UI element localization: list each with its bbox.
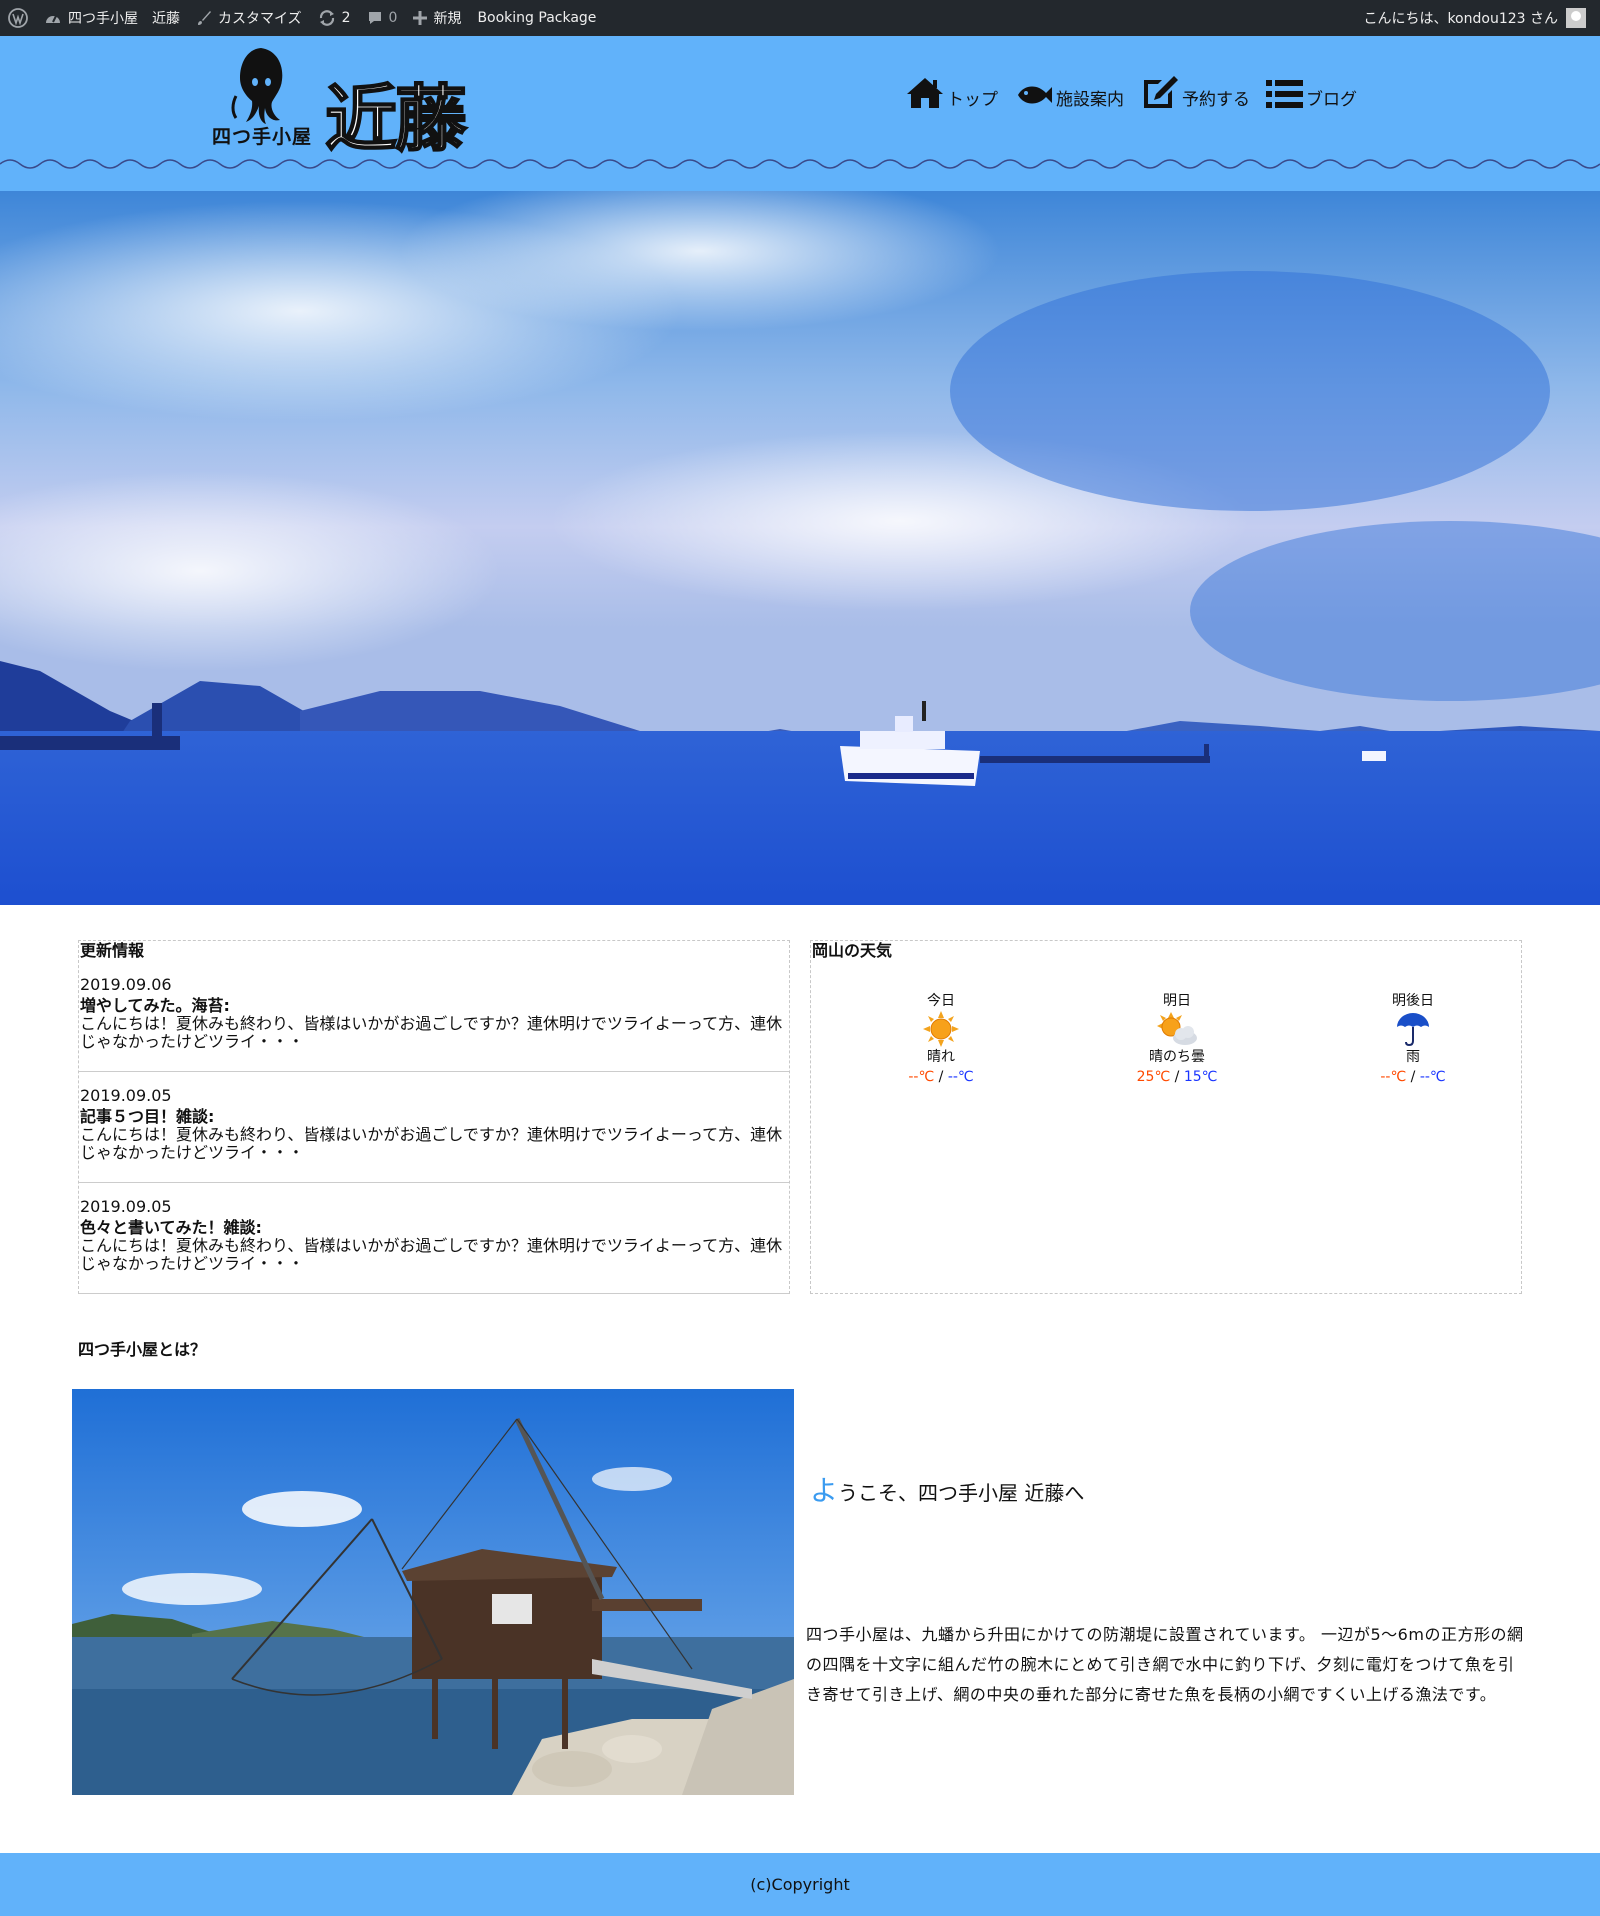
weather-temps: --℃ / --℃	[1353, 1067, 1473, 1087]
nav-top-label: トップ	[947, 90, 998, 110]
temp-separator: /	[1174, 1069, 1180, 1085]
updates-icon	[319, 10, 334, 26]
logo-title: 近藤	[324, 75, 468, 162]
wordpress-icon	[8, 8, 28, 28]
fishing-hut-photo	[72, 1389, 794, 1795]
comment-icon	[368, 12, 381, 24]
avatar	[1566, 8, 1586, 28]
news-excerpt: こんにちは！夏休みも終わり、皆様はいかがお過ごしですか？連休明けでツライよーって…	[80, 1236, 783, 1273]
customize-label: カスタマイズ	[218, 11, 302, 27]
nav-blog[interactable]: ブログ	[1266, 78, 1357, 110]
new-label: 新規	[433, 11, 462, 27]
list-icon	[1266, 80, 1303, 108]
new-content-link[interactable]: 新規	[405, 0, 469, 36]
temp-high: --℃	[908, 1069, 935, 1085]
hero-image	[0, 191, 1600, 905]
sun-cloud-icon	[1157, 1012, 1197, 1045]
updates-count: 2	[341, 10, 351, 26]
plus-icon	[413, 11, 428, 25]
weather-panel: 岡山の天気 今日 晴れ --℃ / --℃ 明日 晴のち曇 25℃ / 15℃ …	[810, 940, 1522, 1294]
about-heading: 四つ手小屋とは？	[78, 1340, 207, 1359]
fish-icon	[1018, 86, 1052, 104]
weather-panel-title: 岡山の天気	[812, 941, 893, 960]
copyright-text: (c)Copyright	[750, 1875, 850, 1894]
temp-low: 15℃	[1183, 1069, 1218, 1085]
nav-facility-label: 施設案内	[1056, 90, 1124, 110]
site-logo[interactable]: 四つ手小屋 近藤	[210, 46, 480, 162]
news-title[interactable]: 記事５つ目！雑談:	[80, 1108, 788, 1126]
weather-day-label: 明日	[1163, 993, 1191, 1009]
temp-separator: /	[1410, 1069, 1416, 1085]
weather-day-label: 今日	[927, 993, 955, 1009]
weather-tomorrow: 明日 晴のち曇 25℃ / 15℃	[1117, 991, 1237, 1087]
news-item[interactable]: 2019.09.05 色々と書いてみた！雑談: こんにちは！夏休みも終わり、皆様…	[79, 1183, 789, 1294]
welcome-heading: ようこそ、四つ手小屋 近藤へ	[810, 1469, 1084, 1509]
weather-day-after: 明後日 雨 --℃ / --℃	[1353, 991, 1473, 1087]
welcome-first-char: よ	[810, 1474, 839, 1507]
comments-count: 0	[388, 10, 398, 26]
nav-reserve[interactable]: 予約する	[1140, 74, 1250, 110]
about-description: 四つ手小屋は、九蟠から升田にかけての防潮堤に設置されています。 一辺が5〜6mの…	[806, 1625, 1524, 1704]
temp-low: --℃	[1419, 1069, 1446, 1085]
news-title[interactable]: 増やしてみた。海苔:	[80, 997, 788, 1015]
sun-icon	[923, 1011, 959, 1047]
site-name-link[interactable]: 四つ手小屋 近藤	[36, 0, 188, 36]
main-nav: トップ 施設案内 予約する ブログ	[905, 74, 1357, 110]
umbrella-icon	[1397, 1013, 1429, 1047]
dashboard-icon	[46, 15, 60, 23]
news-title[interactable]: 色々と書いてみた！雑談:	[80, 1219, 788, 1237]
nav-facility[interactable]: 施設案内	[1014, 80, 1124, 110]
booking-package-label: Booking Package	[477, 10, 597, 26]
nav-top[interactable]: トップ	[905, 76, 998, 110]
site-header: 四つ手小屋 近藤 トップ 施設案内 予約する ブログ	[0, 36, 1600, 191]
edit-icon	[1144, 76, 1178, 108]
nav-blog-label: ブログ	[1306, 90, 1357, 110]
welcome-text: うこそ、四つ手小屋 近藤へ	[838, 1481, 1085, 1505]
site-footer: (c)Copyright	[0, 1853, 1600, 1916]
weather-temps: --℃ / --℃	[881, 1067, 1001, 1087]
news-date: 2019.09.06	[80, 975, 172, 994]
news-date: 2019.09.05	[80, 1086, 172, 1105]
logo-subtitle: 四つ手小屋	[212, 126, 313, 148]
news-item[interactable]: 2019.09.05 記事５つ目！雑談: こんにちは！夏休みも終わり、皆様はいか…	[79, 1072, 789, 1183]
news-excerpt: こんにちは！夏休みも終わり、皆様はいかがお過ごしですか？連休明けでツライよーって…	[80, 1125, 783, 1162]
weather-condition: 晴のち曇	[1149, 1049, 1205, 1065]
my-account-link[interactable]: こんにちは、kondou123 さん	[1363, 8, 1600, 28]
weather-day-label: 明後日	[1392, 993, 1434, 1009]
account-greeting: こんにちは、kondou123 さん	[1363, 11, 1558, 27]
wave-divider	[0, 159, 1600, 169]
wordpress-logo-button[interactable]	[0, 0, 36, 36]
weather-condition: 晴れ	[927, 1049, 955, 1065]
home-icon	[907, 78, 943, 108]
brush-icon	[198, 11, 211, 25]
news-excerpt: こんにちは！夏休みも終わり、皆様はいかがお過ごしですか？連休明けでツライよーって…	[80, 1014, 783, 1051]
weather-today: 今日 晴れ --℃ / --℃	[881, 991, 1001, 1087]
temp-high: 25℃	[1136, 1069, 1171, 1085]
admin-bar: 四つ手小屋 近藤 カスタマイズ 2 0 新規 Booking Package こ…	[0, 0, 1600, 36]
news-date: 2019.09.05	[80, 1197, 172, 1216]
updates-link[interactable]: 2	[310, 0, 359, 36]
customize-link[interactable]: カスタマイズ	[188, 0, 310, 36]
nav-reserve-label: 予約する	[1182, 90, 1250, 110]
news-item[interactable]: 2019.09.06 増やしてみた。海苔: こんにちは！夏休みも終わり、皆様はい…	[79, 961, 789, 1072]
squid-logo-icon	[231, 48, 283, 124]
temp-separator: /	[938, 1069, 944, 1085]
weather-condition: 雨	[1406, 1049, 1420, 1065]
comments-link[interactable]: 0	[359, 0, 406, 36]
booking-package-link[interactable]: Booking Package	[469, 0, 604, 36]
temp-high: --℃	[1380, 1069, 1407, 1085]
news-panel-title: 更新情報	[80, 941, 145, 960]
weather-temps: 25℃ / 15℃	[1117, 1067, 1237, 1087]
site-name-label: 四つ手小屋 近藤	[68, 11, 180, 27]
news-panel: 更新情報 2019.09.06 増やしてみた。海苔: こんにちは！夏休みも終わり…	[78, 940, 790, 1294]
temp-low: --℃	[947, 1069, 974, 1085]
